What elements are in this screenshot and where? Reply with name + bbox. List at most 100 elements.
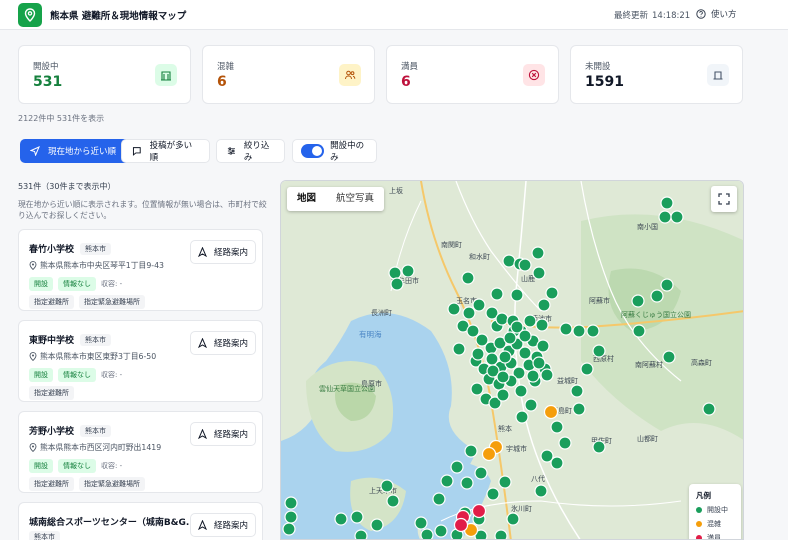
shelter-pin-open[interactable]: [558, 436, 572, 450]
shelter-pin-open[interactable]: [535, 318, 549, 332]
shelter-pin-open[interactable]: [532, 266, 546, 280]
shelter-pin-open[interactable]: [486, 487, 500, 501]
shelter-pin-open[interactable]: [380, 479, 394, 493]
help-button[interactable]: 使い方: [696, 8, 737, 20]
shelter-pin-open[interactable]: [650, 289, 664, 303]
shelter-pin-open[interactable]: [472, 298, 486, 312]
shelter-pin-open[interactable]: [660, 196, 674, 210]
shelter-pin-open[interactable]: [570, 384, 584, 398]
shelter-pin-open[interactable]: [496, 370, 510, 384]
satellite-tab[interactable]: 航空写真: [326, 187, 384, 211]
shelter-pin-open[interactable]: [388, 266, 402, 280]
shelter-pin-open[interactable]: [506, 512, 520, 526]
shelter-pin-open[interactable]: [460, 476, 474, 490]
shelter-pin-open[interactable]: [515, 410, 529, 424]
filter-button[interactable]: 絞り込み: [216, 139, 285, 163]
shelter-pin-open[interactable]: [401, 264, 415, 278]
shelter-pin-open[interactable]: [526, 369, 540, 383]
shelter-pin-open[interactable]: [702, 402, 716, 416]
shelter-pin-open[interactable]: [498, 350, 512, 364]
shelter-pin-open[interactable]: [495, 312, 509, 326]
sort-nearest-button[interactable]: 現在地から近い順: [20, 139, 134, 163]
shelter-card[interactable]: 春竹小学校 熊本市 熊本県熊本市中央区琴平1丁目9-43 経路案内 開設 情報なし収…: [18, 229, 263, 311]
shelter-pin-open[interactable]: [592, 344, 606, 358]
shelter-pin-open[interactable]: [450, 460, 464, 474]
shelter-pin-open[interactable]: [471, 347, 485, 361]
route-button[interactable]: 経路案内: [190, 331, 256, 355]
map-canvas[interactable]: 上坂 大牟田市 南関町 和水町 山鹿 菊池市 玉名市 長洲町 雲仙天草国立公園 …: [281, 181, 744, 540]
shelter-pin-open[interactable]: [462, 306, 476, 320]
shelter-pin-crowded[interactable]: [481, 446, 497, 462]
shelter-pin-open[interactable]: [559, 322, 573, 336]
shelter-pin-open[interactable]: [390, 277, 404, 291]
shelter-pin-open[interactable]: [550, 420, 564, 434]
shelter-pin-open[interactable]: [502, 254, 516, 268]
shelter-pin-open[interactable]: [494, 529, 508, 540]
shelter-map[interactable]: 上坂 大牟田市 南関町 和水町 山鹿 菊池市 玉名市 長洲町 雲仙天草国立公園 …: [280, 180, 744, 540]
shelter-pin-open[interactable]: [447, 302, 461, 316]
shelter-pin-open[interactable]: [334, 512, 348, 526]
shelter-pin-full[interactable]: [471, 503, 487, 519]
shelter-pin-open[interactable]: [540, 449, 554, 463]
shelter-pin-crowded[interactable]: [543, 404, 559, 420]
shelter-card[interactable]: 東野中学校 熊本市 熊本県熊本市東区東野3丁目6-50 経路案内 開設 情報なし 収容…: [18, 320, 263, 402]
shelter-card[interactable]: 城南総合スポーツセンター（城南B&G... 熊本市 経路案内: [18, 502, 263, 540]
route-button[interactable]: 経路案内: [190, 422, 256, 446]
shelter-pin-open[interactable]: [540, 368, 554, 382]
shelter-pin-open[interactable]: [523, 314, 537, 328]
shelter-pin-open[interactable]: [434, 524, 448, 538]
shelter-pin-open[interactable]: [503, 331, 517, 345]
shelter-pin-open[interactable]: [572, 402, 586, 416]
shelter-pin-open[interactable]: [510, 288, 524, 302]
sort-most-posts-button[interactable]: 投稿が多い順: [121, 139, 210, 163]
route-button[interactable]: 経路案内: [190, 240, 256, 264]
shelter-pin-open[interactable]: [532, 356, 546, 370]
shelter-pin-open[interactable]: [474, 466, 488, 480]
shelter-pin-open[interactable]: [670, 210, 684, 224]
shelter-pin-open[interactable]: [534, 484, 548, 498]
shelter-pin-open[interactable]: [524, 398, 538, 412]
shelter-pin-open[interactable]: [370, 518, 384, 532]
shelter-pin-open[interactable]: [545, 286, 559, 300]
shelter-pin-open[interactable]: [660, 278, 674, 292]
shelter-pin-open[interactable]: [518, 346, 532, 360]
shelter-pin-open[interactable]: [440, 474, 454, 488]
shelter-pin-open[interactable]: [461, 271, 475, 285]
shelter-pin-open[interactable]: [354, 529, 368, 540]
map-tab[interactable]: 地図: [287, 187, 326, 211]
shelter-pin-open[interactable]: [386, 494, 400, 508]
shelter-pin-open[interactable]: [632, 324, 646, 338]
fullscreen-button[interactable]: [711, 186, 737, 212]
shelter-pin-open[interactable]: [464, 444, 478, 458]
shelter-pin-open[interactable]: [282, 522, 296, 536]
shelter-pin-open[interactable]: [586, 324, 600, 338]
shelter-card[interactable]: 芳野小学校 熊本市 熊本県熊本市西区河内町野出1419 経路案内 開設 情報なし 収容…: [18, 411, 263, 493]
shelter-pin-full[interactable]: [453, 517, 469, 533]
shelter-pin-open[interactable]: [536, 339, 550, 353]
shelter-pin-open[interactable]: [631, 294, 645, 308]
shelter-pin-open[interactable]: [284, 510, 298, 524]
shelter-pin-open[interactable]: [592, 440, 606, 454]
shelter-pin-open[interactable]: [518, 329, 532, 343]
shelter-pin-open[interactable]: [466, 324, 480, 338]
shelter-pin-open[interactable]: [414, 516, 428, 530]
shelter-pin-open[interactable]: [284, 496, 298, 510]
shelter-pin-open[interactable]: [514, 384, 528, 398]
shelter-pin-open[interactable]: [490, 287, 504, 301]
shelter-pin-open[interactable]: [658, 210, 672, 224]
shelter-pin-open[interactable]: [470, 382, 484, 396]
shelter-pin-open[interactable]: [518, 258, 532, 272]
shelter-pin-open[interactable]: [572, 324, 586, 338]
open-only-toggle[interactable]: 開設中のみ: [292, 139, 377, 163]
shelter-pin-open[interactable]: [432, 492, 446, 506]
shelter-pin-open[interactable]: [350, 510, 364, 524]
shelter-pin-open[interactable]: [498, 475, 512, 489]
shelter-pin-open[interactable]: [420, 528, 434, 540]
shelter-pin-open[interactable]: [662, 350, 676, 364]
shelter-pin-open[interactable]: [537, 298, 551, 312]
shelter-pin-open[interactable]: [452, 342, 466, 356]
shelter-pin-open[interactable]: [531, 246, 545, 260]
shelter-pin-open[interactable]: [580, 362, 594, 376]
shelter-pin-open[interactable]: [496, 388, 510, 402]
toggle-switch[interactable]: [301, 144, 325, 158]
